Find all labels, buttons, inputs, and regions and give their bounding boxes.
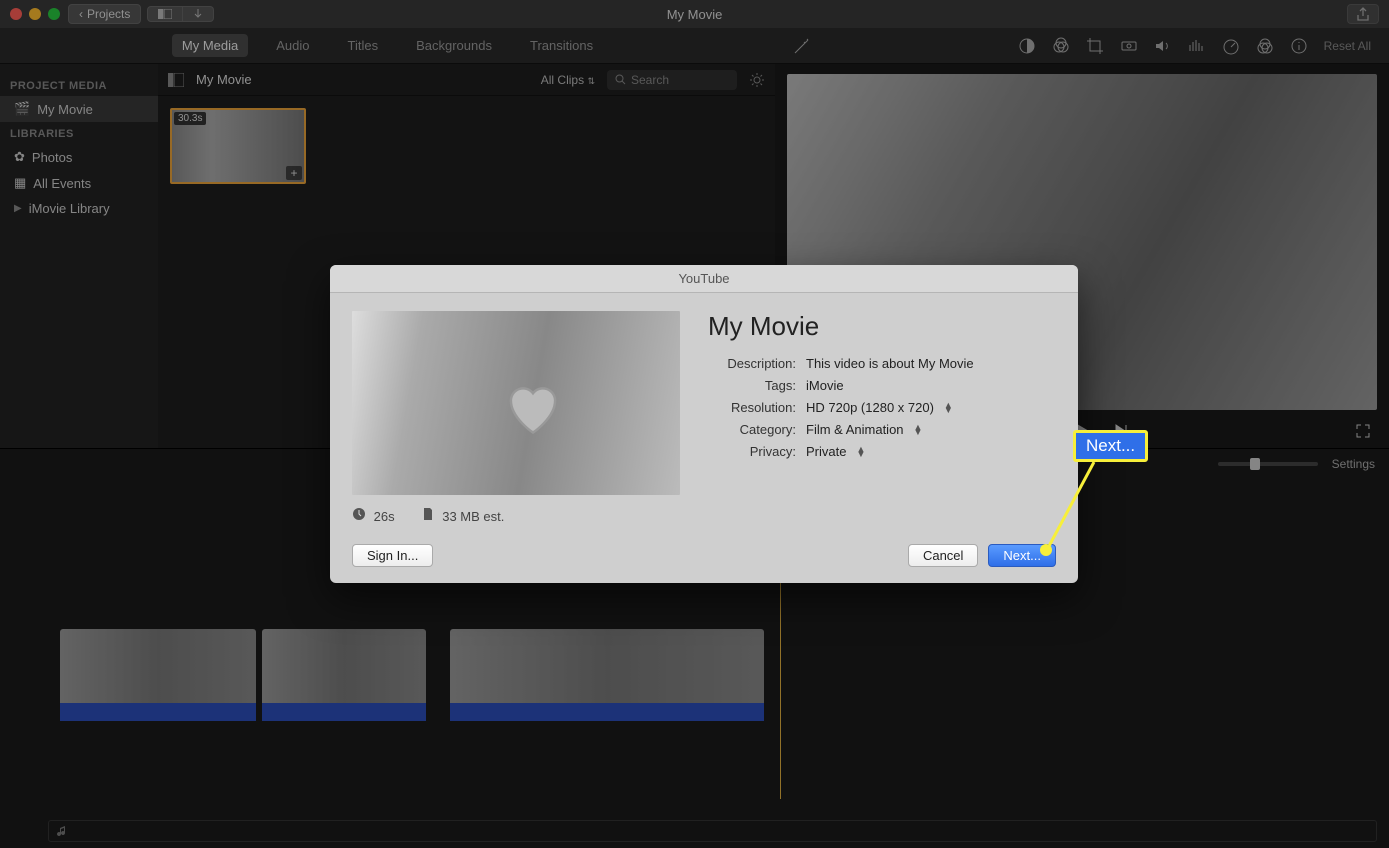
description-input[interactable]: This video is about My Movie xyxy=(806,356,974,371)
resolution-select[interactable]: HD 720p (1280 x 720) ▲▼ xyxy=(806,400,953,415)
field-category: Category: Film & Animation ▲▼ xyxy=(708,422,1056,437)
tags-input[interactable]: iMovie xyxy=(806,378,844,393)
signin-button[interactable]: Sign In... xyxy=(352,544,433,567)
youtube-export-dialog: YouTube My Movie Description: This video… xyxy=(330,265,1078,583)
field-label: Tags: xyxy=(708,378,796,393)
category-select[interactable]: Film & Animation ▲▼ xyxy=(806,422,922,437)
field-privacy: Privacy: Private ▲▼ xyxy=(708,444,1056,459)
field-label: Resolution: xyxy=(708,400,796,415)
annotation-dot xyxy=(1040,544,1052,556)
field-label: Privacy: xyxy=(708,444,796,459)
export-preview-thumbnail xyxy=(352,311,680,495)
field-label: Description: xyxy=(708,356,796,371)
dialog-footer: Sign In... Cancel Next... xyxy=(330,544,1078,583)
export-meta: 26s 33 MB est. xyxy=(352,507,1056,524)
dialog-title: YouTube xyxy=(330,265,1078,293)
export-movie-title: My Movie xyxy=(708,311,1056,342)
export-duration: 26s xyxy=(352,507,395,524)
field-description: Description: This video is about My Movi… xyxy=(708,356,1056,371)
privacy-select[interactable]: Private ▲▼ xyxy=(806,444,865,459)
field-resolution: Resolution: HD 720p (1280 x 720) ▲▼ xyxy=(708,400,1056,415)
export-filesize: 33 MB est. xyxy=(421,507,505,524)
annotation-leader-line xyxy=(1046,462,1116,554)
annotation-callout: Next... xyxy=(1073,430,1148,462)
clock-icon xyxy=(352,507,366,521)
updown-icon: ▲▼ xyxy=(914,425,923,435)
updown-icon: ▲▼ xyxy=(856,447,865,457)
updown-icon: ▲▼ xyxy=(944,403,953,413)
export-info: My Movie Description: This video is abou… xyxy=(708,311,1056,495)
heart-icon xyxy=(503,381,563,435)
file-icon xyxy=(421,507,435,521)
field-label: Category: xyxy=(708,422,796,437)
cancel-button[interactable]: Cancel xyxy=(908,544,978,567)
field-tags: Tags: iMovie xyxy=(708,378,1056,393)
